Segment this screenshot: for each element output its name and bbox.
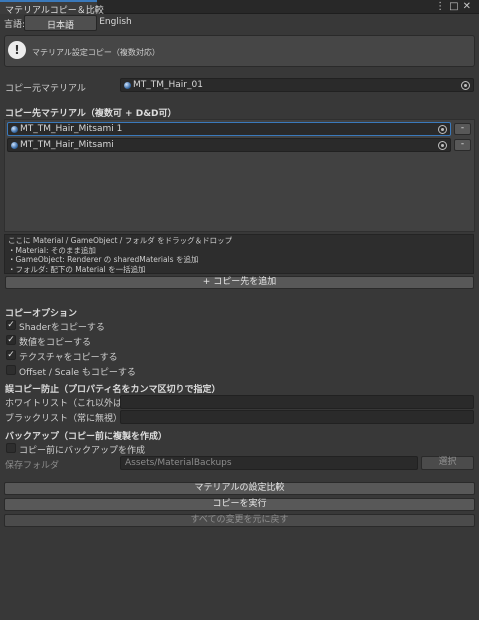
remove-target-button[interactable]: - [454,139,471,151]
material-sphere-icon [11,142,18,149]
backup-checkbox-label: コピー前にバックアップを作成 [19,446,146,456]
copy-shader-checkbox[interactable]: ✓ [6,320,16,330]
target-material-field-1[interactable]: MT_TM_Hair_Mitsami 1 [7,122,451,136]
whitelist-input[interactable] [120,395,474,409]
copy-offset-scale-label: Offset / Scale もコピーする [19,368,136,378]
copy-values-checkbox[interactable]: ✓ [6,335,16,345]
language-japanese-button[interactable]: 日本語 [24,15,97,31]
blacklist-label: ブラックリスト（常に無視） [5,414,123,424]
copy-offset-scale-checkbox[interactable] [6,365,16,375]
source-material-label: コピー元マテリアル [5,84,86,94]
prevent-title: 誤コピー防止（プロパティ名をカンマ区切りで指定） [5,385,221,395]
copy-textures-label: テクスチャをコピーする [19,353,118,363]
source-material-field[interactable]: MT_TM_Hair_01 [120,78,474,92]
source-material-value: MT_TM_Hair_01 [133,80,203,90]
info-icon: ! [8,41,26,59]
object-picker-icon[interactable] [438,125,447,134]
backup-folder-input[interactable]: Assets/MaterialBackups [120,456,418,470]
object-picker-icon[interactable] [461,81,470,90]
drop-info-line: ・フォルダ: 配下の Material を一括追加 [8,264,146,274]
target-material-field-2[interactable]: MT_TM_Hair_Mitsami [7,138,451,152]
options-title: コピーオプション [5,309,78,319]
add-target-button[interactable]: + コピー先を追加 [5,276,474,289]
window-tab[interactable]: マテリアルコピー＆比較 [0,0,104,16]
drop-area[interactable]: ここに Material / GameObject / フォルダ をドラッグ＆ド… [4,234,474,274]
language-label: 言語: [4,20,26,30]
targets-title: コピー先マテリアル（複数可 + D&D可） [5,109,177,119]
material-sphere-icon [11,126,18,133]
language-english-button[interactable]: English [97,15,134,31]
drop-info-line: ・Material: そのまま追加 [8,245,96,255]
target-material-value: MT_TM_Hair_Mitsami 1 [20,124,123,134]
blacklist-input[interactable] [120,410,474,424]
copy-shader-label: Shaderをコピーする [19,323,105,333]
backup-folder-label: 保存フォルダ [5,461,60,471]
execute-copy-button[interactable]: コピーを実行 [4,498,475,511]
backup-checkbox[interactable] [6,443,16,453]
copy-values-label: 数値をコピーする [19,338,92,348]
close-icon[interactable]: ✕ [463,1,475,12]
material-sphere-icon [124,82,131,89]
revert-all-button[interactable]: すべての変更を元に戻す [4,514,475,527]
vertical-dots-icon[interactable]: ⋮ [435,1,449,12]
whitelist-label: ホワイトリスト（これ以外は無視 [5,399,121,409]
drop-info-line: ・GameObject: Renderer の sharedMaterials … [8,255,199,264]
target-material-value: MT_TM_Hair_Mitsami [20,140,114,150]
remove-target-button[interactable]: - [454,123,471,135]
select-folder-button[interactable]: 選択 [421,456,474,470]
help-text: マテリアル設定コピー（複数対応） [32,48,160,57]
maximize-icon[interactable]: □ [449,1,462,12]
compare-settings-button[interactable]: マテリアルの設定比較 [4,482,475,495]
window-controls: ⋮□✕ [435,1,475,12]
copy-textures-checkbox[interactable]: ✓ [6,350,16,360]
object-picker-icon[interactable] [438,141,447,150]
backup-title: バックアップ（コピー前に複製を作成） [5,432,168,442]
drop-info-line: ここに Material / GameObject / フォルダ をドラッグ＆ド… [8,236,233,245]
